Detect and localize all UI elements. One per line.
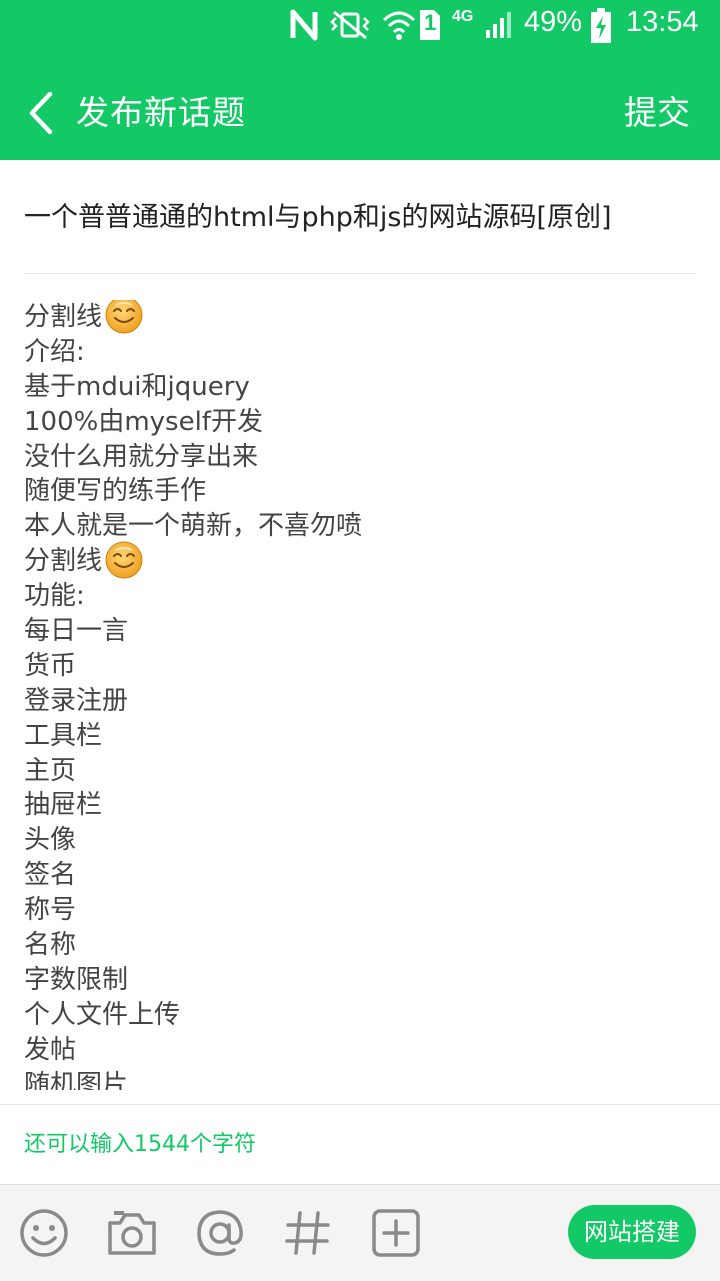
content-line: 发帖: [24, 1033, 696, 1068]
mention-button[interactable]: [194, 1207, 246, 1259]
battery-percent: 49%: [524, 6, 583, 38]
content-line: 工具栏: [24, 719, 696, 754]
smiley-emoji-icon: [104, 300, 144, 335]
content-line-text: 字数限制: [24, 964, 129, 995]
content-line: 主页: [24, 754, 696, 789]
content-line-text: 介绍:: [24, 336, 85, 367]
vibrate-icon: [330, 8, 370, 46]
content-line: 没什么用就分享出来: [24, 440, 696, 475]
content-line: 个人文件上传: [24, 998, 696, 1033]
smiley-emoji-icon: [104, 540, 144, 580]
content-line-text: 名称: [24, 930, 77, 961]
divider: [0, 1104, 720, 1105]
content-line: 登录注册: [24, 684, 696, 719]
content-line-text: 分割线: [24, 546, 103, 577]
content-line: 称号: [24, 893, 696, 928]
content-line-text: 随便写的练手作: [24, 476, 207, 507]
divider: [24, 273, 696, 274]
content-line-text: 每日一言: [24, 616, 129, 647]
topic-tag-button[interactable]: 网站搭建: [568, 1205, 696, 1259]
content-line: 100%由myself开发: [24, 405, 696, 440]
top-bar: 1 4G 49% 13:54 发布新话题 提交: [0, 0, 720, 160]
nfc-icon: [290, 8, 318, 46]
content-line-text: 发帖: [24, 1034, 77, 1065]
content-line: 每日一言: [24, 614, 696, 649]
post-content-editor[interactable]: 分割线 介绍: 基于mdui和jquery 100%由myself开发 没什么用就分享出…: [24, 300, 696, 1090]
content-line-text: 登录注册: [24, 685, 129, 716]
camera-button[interactable]: [106, 1207, 158, 1259]
back-button[interactable]: [18, 88, 66, 138]
editor-toolbar: 网站搭建: [0, 1184, 720, 1281]
content-line: 签名: [24, 858, 696, 893]
emoji-button[interactable]: [18, 1207, 70, 1259]
camera-icon: [106, 1211, 158, 1263]
content-line-text: 随机图片: [24, 1069, 129, 1090]
content-line: 抽屉栏: [24, 788, 696, 823]
add-icon: [370, 1209, 422, 1263]
network-type-text: 4G: [452, 8, 474, 25]
content-line: 随便写的练手作: [24, 474, 696, 509]
clock: 13:54: [626, 6, 699, 38]
content-line-text: 主页: [24, 755, 77, 786]
content-line-text: 100%由myself开发: [24, 406, 263, 437]
content-line-text: 货币: [24, 650, 77, 681]
content-line-text: 抽屉栏: [24, 790, 103, 821]
content-line: 随机图片: [24, 1068, 696, 1090]
post-title-input[interactable]: 一个普普通通的html与php和js的网站源码[原创]: [24, 186, 696, 250]
content-line-text: 称号: [24, 895, 77, 926]
sim-slot-text: 1: [424, 10, 437, 35]
add-button[interactable]: [370, 1207, 422, 1259]
content-line: 货币: [24, 649, 696, 684]
content-line-text: 个人文件上传: [24, 999, 181, 1030]
chevron-left-icon: [18, 91, 66, 142]
submit-button[interactable]: 提交: [624, 90, 690, 136]
hashtag-icon: [282, 1211, 334, 1263]
status-bar: 1 4G 49% 13:54: [0, 0, 720, 50]
content-line: 名称: [24, 928, 696, 963]
content-line-text: 本人就是一个萌新，不喜勿喷: [24, 511, 363, 542]
content-line: 基于mdui和jquery: [24, 370, 696, 405]
content-line-text: 头像: [24, 825, 77, 856]
content-line: 功能:: [24, 579, 696, 614]
topic-button[interactable]: [282, 1207, 334, 1259]
app-bar: 发布新话题 提交: [0, 70, 720, 160]
signal-icon: [484, 8, 514, 46]
content-line: 分割线: [24, 541, 696, 579]
char-counter: 还可以输入1544个字符: [24, 1132, 256, 1157]
content-line: 分割线: [24, 300, 696, 335]
content-line: 头像: [24, 823, 696, 858]
content-line-text: 基于mdui和jquery: [24, 371, 250, 402]
content-line-text: 工具栏: [24, 720, 103, 751]
content-line-text: 功能:: [24, 581, 85, 612]
content-line: 字数限制: [24, 963, 696, 998]
battery-charging-icon: [590, 8, 612, 48]
content-line-text: 分割线: [24, 302, 103, 332]
page-title: 发布新话题: [76, 93, 246, 132]
content-line-text: 签名: [24, 860, 77, 891]
content-line: 介绍:: [24, 335, 696, 370]
content-line-text: 没什么用就分享出来: [24, 441, 259, 472]
at-icon: [194, 1210, 246, 1263]
emoji-icon: [18, 1209, 70, 1263]
wifi-icon: [382, 8, 416, 46]
